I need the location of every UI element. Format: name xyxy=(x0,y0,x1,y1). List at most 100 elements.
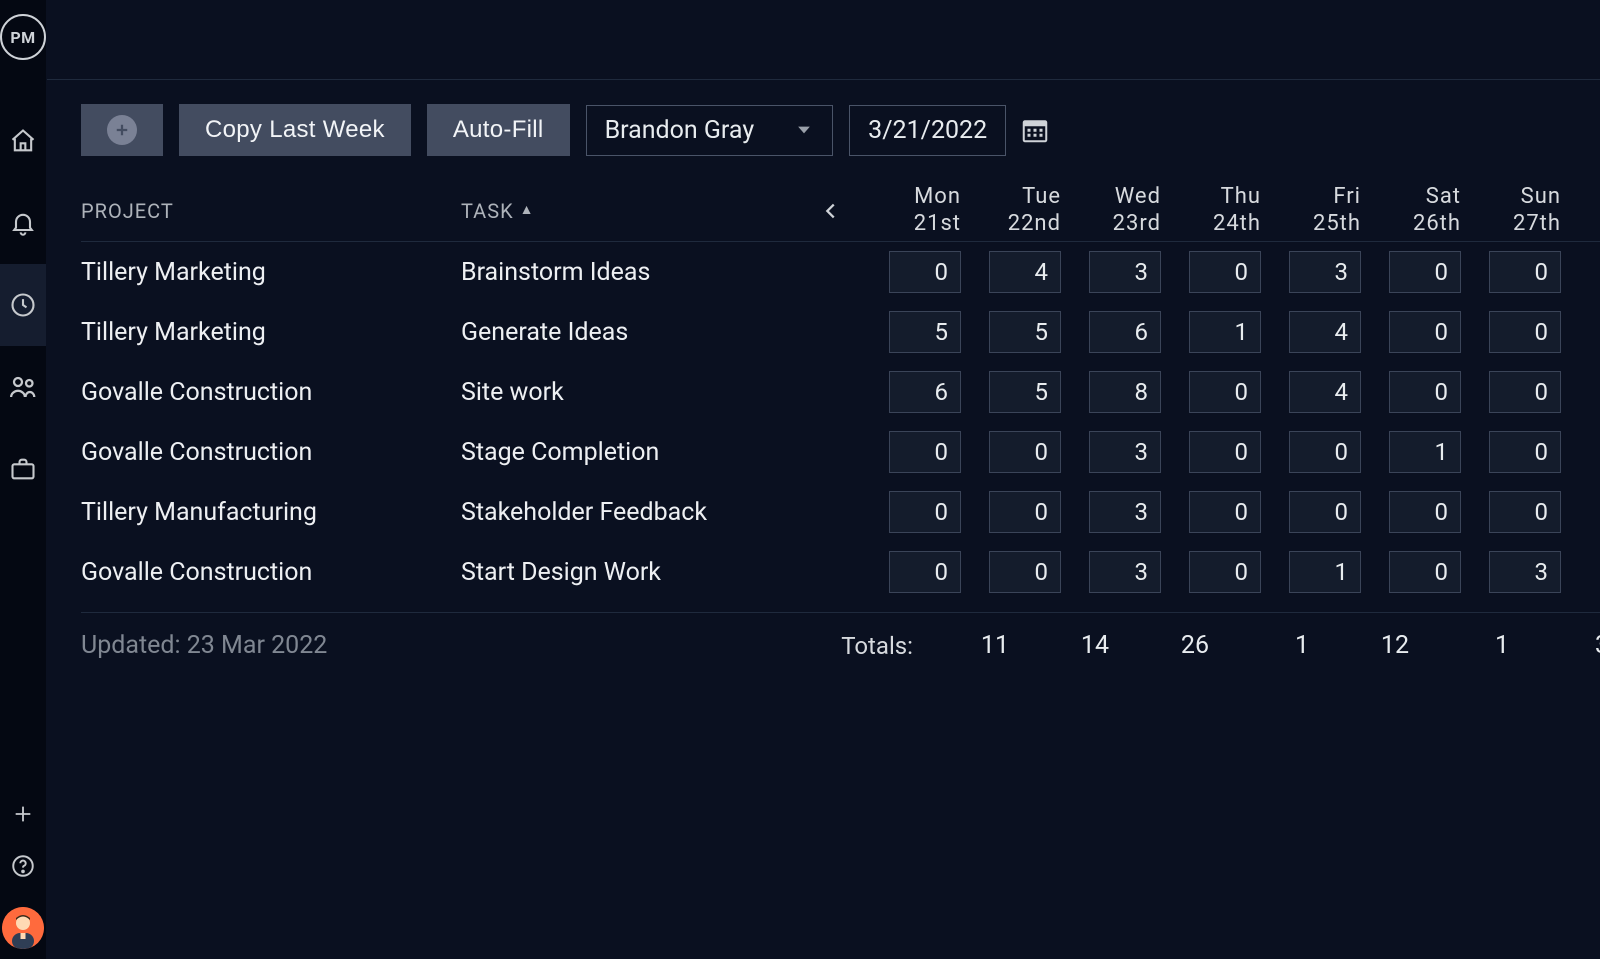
week-date-input[interactable]: 3/21/2022 xyxy=(849,105,1006,156)
hours-input[interactable]: 0 xyxy=(1189,431,1261,473)
toolbar: Copy Last Week Auto-Fill Brandon Gray 3/… xyxy=(47,80,1600,180)
task-cell: Stage Completion xyxy=(461,438,801,467)
hours-input[interactable]: 4 xyxy=(1289,311,1361,353)
nav-home[interactable] xyxy=(0,100,46,182)
sidebar: PM xyxy=(0,0,47,959)
hours-input[interactable]: 3 xyxy=(1089,551,1161,593)
hours-input[interactable]: 0 xyxy=(1189,251,1261,293)
hours-input[interactable]: 0 xyxy=(989,431,1061,473)
hours-input[interactable]: 0 xyxy=(1289,491,1361,533)
app-logo: PM xyxy=(0,14,46,60)
totals-row: Updated: 23 Mar 2022 Totals: 11142611213 xyxy=(81,613,1600,660)
hours-input[interactable]: 0 xyxy=(1389,251,1461,293)
nav-help[interactable] xyxy=(10,853,36,879)
auto-fill-button[interactable]: Auto-Fill xyxy=(427,104,570,156)
hours-input[interactable]: 0 xyxy=(889,491,961,533)
table-row: Govalle ConstructionStart Design Work003… xyxy=(81,542,1600,602)
total-value: 1 xyxy=(1221,631,1321,660)
hours-input[interactable]: 4 xyxy=(989,251,1061,293)
hours-input[interactable]: 0 xyxy=(1489,251,1561,293)
hours-input[interactable]: 0 xyxy=(889,251,961,293)
col-task-label: TASK xyxy=(461,199,514,223)
user-select[interactable]: Brandon Gray xyxy=(586,105,834,156)
hours-input[interactable]: 3 xyxy=(1089,431,1161,473)
copy-last-week-button[interactable]: Copy Last Week xyxy=(179,104,411,156)
hours-input[interactable]: 0 xyxy=(1389,371,1461,413)
hours-input[interactable]: 4 xyxy=(1289,371,1361,413)
day-of-week: Sun xyxy=(1461,184,1561,210)
hours-input[interactable]: 8 xyxy=(1089,371,1161,413)
nav-notifications[interactable] xyxy=(0,182,46,264)
hours-input[interactable]: 0 xyxy=(989,491,1061,533)
hours-input[interactable]: 3 xyxy=(1089,251,1161,293)
hours-input[interactable]: 0 xyxy=(1189,371,1261,413)
day-of-week: Sat xyxy=(1361,184,1461,210)
table-row: Tillery MarketingGenerate Ideas5561400 xyxy=(81,302,1600,362)
project-cell: Tillery Marketing xyxy=(81,258,461,287)
user-select-value: Brandon Gray xyxy=(605,116,755,145)
home-icon xyxy=(9,127,37,155)
day-of-week: Thu xyxy=(1161,184,1261,210)
task-cell: Start Design Work xyxy=(461,558,801,587)
hours-input[interactable]: 1 xyxy=(1189,311,1261,353)
day-header: Fri25th xyxy=(1261,184,1361,237)
table-row: Tillery ManufacturingStakeholder Feedbac… xyxy=(81,482,1600,542)
hours-input[interactable]: 0 xyxy=(889,551,961,593)
col-task[interactable]: TASK ▲ xyxy=(461,199,801,223)
calendar-button[interactable] xyxy=(1018,113,1052,147)
user-avatar[interactable] xyxy=(2,907,44,949)
prev-week-button[interactable] xyxy=(801,200,861,222)
day-header: Sat26th xyxy=(1361,184,1461,237)
hours-input[interactable]: 1 xyxy=(1289,551,1361,593)
hours-input[interactable]: 0 xyxy=(1489,371,1561,413)
hours-input[interactable]: 0 xyxy=(1189,491,1261,533)
day-header: Thu24th xyxy=(1161,184,1261,237)
sidebar-bottom xyxy=(2,803,44,959)
day-header: Mon21st xyxy=(861,184,961,237)
hours-input[interactable]: 0 xyxy=(1489,491,1561,533)
hours-input[interactable]: 0 xyxy=(1389,491,1461,533)
table-row: Govalle ConstructionSite work6580400 xyxy=(81,362,1600,422)
day-of-week: Mon xyxy=(861,184,961,210)
nav-add[interactable] xyxy=(12,803,34,825)
day-header: Tue22nd xyxy=(961,184,1061,237)
day-of-month: 26th xyxy=(1361,211,1461,237)
project-cell: Govalle Construction xyxy=(81,438,461,467)
day-header: Wed23rd xyxy=(1061,184,1161,237)
hours-input[interactable]: 3 xyxy=(1089,491,1161,533)
task-cell: Site work xyxy=(461,378,801,407)
calendar-icon xyxy=(1020,115,1050,145)
day-of-month: 27th xyxy=(1461,211,1561,237)
total-value: 12 xyxy=(1321,631,1421,660)
hours-input[interactable]: 0 xyxy=(1489,311,1561,353)
table-row: Govalle ConstructionStage Completion0030… xyxy=(81,422,1600,482)
plus-circle-icon xyxy=(107,115,137,145)
hours-input[interactable]: 5 xyxy=(989,371,1061,413)
add-row-button[interactable] xyxy=(81,104,163,156)
hours-input[interactable]: 3 xyxy=(1489,551,1561,593)
hours-input[interactable]: 6 xyxy=(1089,311,1161,353)
hours-input[interactable]: 5 xyxy=(889,311,961,353)
table-row: Tillery MarketingBrainstorm Ideas0430300 xyxy=(81,242,1600,302)
hours-input[interactable]: 0 xyxy=(889,431,961,473)
topbar xyxy=(47,0,1600,80)
hours-input[interactable]: 0 xyxy=(1189,551,1261,593)
hours-input[interactable]: 1 xyxy=(1389,431,1461,473)
day-of-month: 25th xyxy=(1261,211,1361,237)
nav-team[interactable] xyxy=(0,346,46,428)
nav-timesheet[interactable] xyxy=(0,264,46,346)
hours-input[interactable]: 0 xyxy=(1389,551,1461,593)
hours-input[interactable]: 3 xyxy=(1289,251,1361,293)
col-project[interactable]: PROJECT xyxy=(81,199,461,223)
nav-projects[interactable] xyxy=(0,428,46,510)
chevron-left-icon xyxy=(820,200,842,222)
hours-input[interactable]: 0 xyxy=(1489,431,1561,473)
hours-input[interactable]: 6 xyxy=(889,371,961,413)
hours-input[interactable]: 0 xyxy=(1389,311,1461,353)
day-of-month: 23rd xyxy=(1061,211,1161,237)
day-of-week: Tue xyxy=(961,184,1061,210)
hours-input[interactable]: 0 xyxy=(1289,431,1361,473)
timesheet: PROJECT TASK ▲ Mon21stTue22ndWed23rdThu2… xyxy=(47,180,1600,660)
hours-input[interactable]: 0 xyxy=(989,551,1061,593)
hours-input[interactable]: 5 xyxy=(989,311,1061,353)
